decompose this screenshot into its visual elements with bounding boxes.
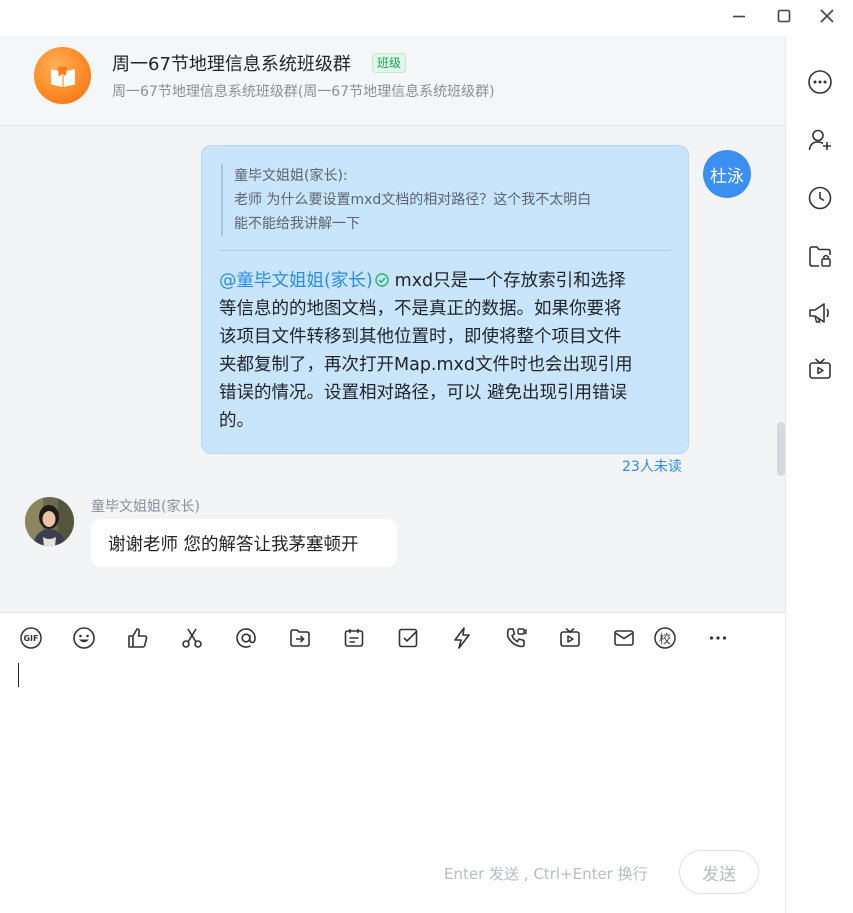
at-icon bbox=[236, 628, 256, 648]
scissors-icon bbox=[182, 628, 202, 648]
group-subtitle: 周一67节地理信息系统班级群(周一67节地理信息系统班级群) bbox=[112, 84, 495, 100]
chat-header: 周一67节地理信息系统班级群 班级 周一67节地理信息系统班级群(周一67节地理… bbox=[0, 36, 785, 126]
send-file-button[interactable] bbox=[287, 625, 313, 651]
message-line: 错误的情况。设置相对路径，可以 避免出现引用错误 bbox=[219, 383, 628, 403]
lightning-icon bbox=[454, 627, 470, 649]
quote-divider bbox=[219, 250, 671, 251]
announcement-button[interactable] bbox=[806, 299, 834, 327]
sender-name: 童毕文姐姐(家长) bbox=[91, 499, 200, 515]
book-icon bbox=[50, 66, 75, 87]
send-hint: Enter 发送 , Ctrl+Enter 换行 bbox=[444, 865, 648, 883]
group-avatar[interactable] bbox=[34, 47, 91, 104]
quoted-message[interactable]: 童毕文姐姐(家长): 老师 为什么要设置mxd文档的相对路径？这个我不太明白 能… bbox=[221, 164, 669, 236]
announcement-icon bbox=[809, 303, 830, 323]
history-icon bbox=[808, 186, 832, 210]
message-line: 该项目文件转移到其他位置时，即使将整个项目文件 bbox=[219, 327, 622, 347]
unread-count-link[interactable]: 23人未读 bbox=[622, 456, 682, 476]
quick-reply-button[interactable] bbox=[449, 625, 475, 651]
message-list[interactable]: 童毕文姐姐(家长): 老师 为什么要设置mxd文档的相对路径？这个我不太明白 能… bbox=[0, 127, 785, 612]
user-photo bbox=[25, 497, 74, 546]
video-call-icon bbox=[506, 628, 527, 648]
composer: GIF 校 Enter 发送 , Ctrl+Enter 换行 发送 bbox=[0, 612, 785, 913]
call-button[interactable] bbox=[503, 625, 529, 651]
live-tv-icon bbox=[560, 627, 580, 647]
history-button[interactable] bbox=[806, 184, 834, 212]
avatar[interactable]: 杜泳 bbox=[703, 150, 751, 198]
text-caret bbox=[18, 663, 19, 687]
forward-icon bbox=[290, 629, 310, 647]
close-button[interactable] bbox=[813, 4, 841, 28]
group-files-button[interactable] bbox=[806, 242, 834, 270]
avatar[interactable] bbox=[25, 497, 74, 546]
more-icon bbox=[709, 636, 727, 640]
task-button[interactable] bbox=[395, 625, 421, 651]
maximize-button[interactable] bbox=[770, 4, 798, 28]
right-sidebar bbox=[785, 36, 853, 913]
mention-link[interactable]: @童毕文姐姐(家长) bbox=[219, 271, 373, 291]
mail-button[interactable] bbox=[611, 625, 637, 651]
more-tools-button[interactable] bbox=[705, 625, 731, 651]
screenshot-button[interactable] bbox=[179, 625, 205, 651]
quote-text-line: 能不能给我讲解一下 bbox=[234, 216, 360, 232]
like-button[interactable] bbox=[125, 625, 151, 651]
message-bubble-self[interactable]: 童毕文姐姐(家长): 老师 为什么要设置mxd文档的相对路径？这个我不太明白 能… bbox=[201, 145, 689, 454]
message-line: 夹都复制了，再次打开Map.mxd文件时也会出现引用 bbox=[219, 355, 633, 375]
group-type-badge: 班级 bbox=[372, 53, 407, 73]
close-icon bbox=[820, 9, 834, 23]
read-check-icon bbox=[374, 273, 389, 287]
message-first-line: @童毕文姐姐(家长) mxd只是一个存放索引和选择 bbox=[219, 267, 673, 295]
notice-button[interactable] bbox=[341, 625, 367, 651]
minimize-button[interactable] bbox=[725, 4, 753, 28]
add-member-icon bbox=[808, 129, 831, 151]
message-input[interactable] bbox=[14, 659, 774, 849]
school-glyph: 校 bbox=[658, 631, 671, 646]
message-text: @童毕文姐姐(家长) mxd只是一个存放索引和选择 等信息的的地图文档，不是真正的… bbox=[219, 267, 673, 435]
title-bar bbox=[0, 0, 853, 36]
live-button[interactable] bbox=[806, 355, 834, 383]
thumbs-up-icon bbox=[128, 628, 148, 648]
mail-icon bbox=[614, 630, 634, 646]
message-text: 谢谢老师 您的解答让我茅塞顿开 bbox=[108, 534, 359, 555]
svg-text:GIF: GIF bbox=[23, 634, 38, 643]
more-options-button[interactable] bbox=[806, 68, 834, 96]
add-member-button[interactable] bbox=[806, 126, 834, 154]
send-button[interactable]: 发送 bbox=[679, 850, 759, 894]
message-line: mxd只是一个存放索引和选择 bbox=[394, 271, 626, 291]
message-line: 等信息的的地图文档，不是真正的数据。如果你要将 bbox=[219, 299, 622, 319]
live-icon bbox=[809, 358, 831, 379]
emoji-icon bbox=[73, 627, 95, 649]
live-button[interactable] bbox=[557, 625, 583, 651]
gif-icon: GIF bbox=[20, 627, 42, 649]
minimize-icon bbox=[733, 15, 745, 18]
group-files-icon bbox=[809, 246, 831, 267]
gif-button[interactable]: GIF bbox=[18, 625, 44, 651]
school-button[interactable]: 校 bbox=[652, 625, 678, 651]
chat-panel: 周一67节地理信息系统班级群 班级 周一67节地理信息系统班级群(周一67节地理… bbox=[0, 36, 785, 913]
quote-author: 童毕文姐姐(家长): bbox=[234, 168, 348, 184]
mention-button[interactable] bbox=[233, 625, 259, 651]
maximize-icon bbox=[777, 9, 791, 23]
scrollbar-thumb[interactable] bbox=[777, 422, 785, 476]
notice-icon bbox=[344, 629, 364, 647]
more-options-icon bbox=[808, 70, 832, 94]
message-bubble-peer[interactable]: 谢谢老师 您的解答让我茅塞顿开 bbox=[91, 519, 397, 567]
quote-text-line: 老师 为什么要设置mxd文档的相对路径？这个我不太明白 bbox=[234, 192, 592, 208]
group-name[interactable]: 周一67节地理信息系统班级群 bbox=[112, 50, 351, 76]
checkbox-icon bbox=[398, 628, 418, 648]
message-line: 的。 bbox=[219, 411, 254, 431]
emoji-button[interactable] bbox=[71, 625, 97, 651]
